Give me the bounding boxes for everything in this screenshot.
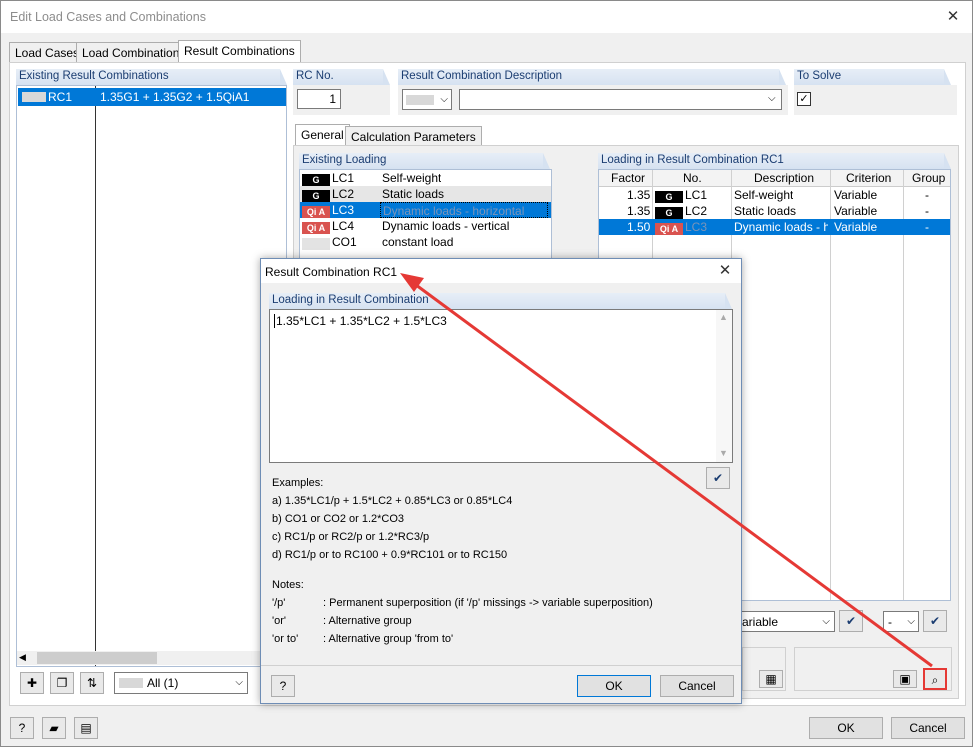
annotation-arrow xyxy=(400,273,933,668)
